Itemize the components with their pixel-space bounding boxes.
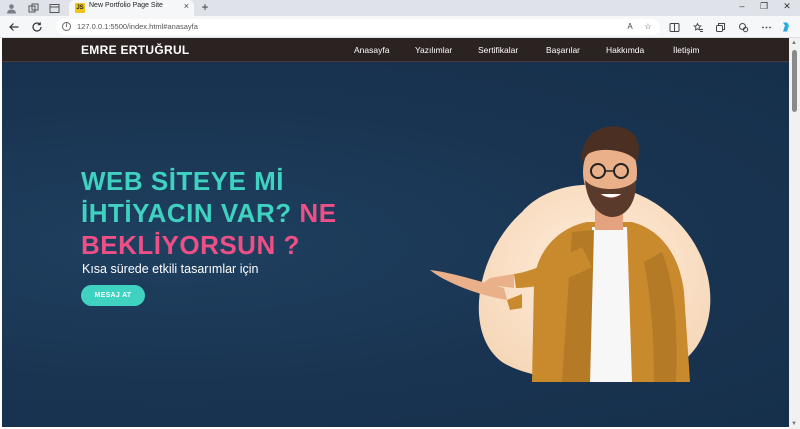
- profile-icon[interactable]: [5, 2, 17, 14]
- js-favicon-icon: JS: [75, 3, 85, 13]
- extensions-icon[interactable]: [737, 21, 749, 33]
- split-screen-icon[interactable]: [668, 21, 680, 33]
- browser-tab-bar: JS New Portfolio Page Site × + – ❐ ✕: [0, 0, 800, 16]
- hero-heading-part-b: NE: [299, 198, 337, 228]
- menu-hakkimda[interactable]: Hakkımda: [606, 45, 644, 55]
- back-icon[interactable]: [6, 19, 22, 35]
- read-aloud-icon[interactable]: A: [624, 22, 636, 32]
- minimize-icon[interactable]: –: [735, 1, 749, 11]
- tab-portfolio[interactable]: JS New Portfolio Page Site ×: [69, 0, 194, 16]
- site-logo[interactable]: EMRE ERTUĞRUL: [81, 43, 190, 57]
- more-options-icon[interactable]: [760, 21, 772, 33]
- address-bar[interactable]: i 127.0.0.1:5500/index.html#anasayfa A ☆: [56, 19, 660, 35]
- menu-iletisim[interactable]: İletişim: [673, 45, 699, 55]
- copilot-icon[interactable]: [780, 21, 792, 33]
- message-button[interactable]: MESAJ AT: [81, 285, 145, 306]
- window-close-icon[interactable]: ✕: [780, 1, 794, 12]
- menu-anasayfa[interactable]: Anasayfa: [354, 45, 389, 55]
- hero-heading-line2: İHTİYACIN VAR? NE: [81, 198, 337, 229]
- menu-sertifikalar[interactable]: Sertifikalar: [478, 45, 518, 55]
- scroll-down-arrow-icon[interactable]: ▼: [791, 421, 797, 427]
- scrollbar-thumb[interactable]: [792, 50, 797, 112]
- browser-toolbar: i 127.0.0.1:5500/index.html#anasayfa A ☆: [0, 16, 800, 38]
- hero-heading-part-a: İHTİYACIN VAR?: [81, 198, 292, 228]
- close-icon[interactable]: ×: [184, 1, 189, 11]
- hero-heading-line1: WEB SİTEYE Mİ: [81, 166, 284, 196]
- refresh-icon[interactable]: [29, 19, 45, 35]
- page-scrollbar[interactable]: ▲ ▼: [789, 38, 800, 429]
- favorites-icon[interactable]: [692, 21, 704, 33]
- maximize-icon[interactable]: ❐: [757, 1, 771, 12]
- menu-yazilimlar[interactable]: Yazılımlar: [415, 45, 452, 55]
- hero-subtitle: Kısa sürede etkili tasarımlar için: [82, 262, 259, 276]
- workspaces-icon[interactable]: [27, 2, 39, 14]
- new-tab-button[interactable]: +: [198, 0, 212, 16]
- tab-actions-icon[interactable]: [48, 2, 60, 14]
- site-info-icon[interactable]: i: [62, 22, 71, 31]
- address-url: 127.0.0.1:5500/index.html#anasayfa: [77, 22, 198, 31]
- scroll-up-arrow-icon[interactable]: ▲: [791, 40, 797, 46]
- collections-icon[interactable]: [714, 21, 726, 33]
- tab-title: New Portfolio Page Site: [89, 2, 163, 9]
- menu-basarilar[interactable]: Başarılar: [546, 45, 580, 55]
- favorite-star-icon[interactable]: ☆: [642, 22, 654, 32]
- hero-portrait-image: [430, 126, 711, 382]
- page-viewport: EMRE ERTUĞRUL Anasayfa Yazılımlar Sertif…: [2, 38, 789, 427]
- site-navbar: EMRE ERTUĞRUL Anasayfa Yazılımlar Sertif…: [2, 38, 789, 62]
- hero-heading-line3: BEKLİYORSUN ?: [81, 230, 300, 260]
